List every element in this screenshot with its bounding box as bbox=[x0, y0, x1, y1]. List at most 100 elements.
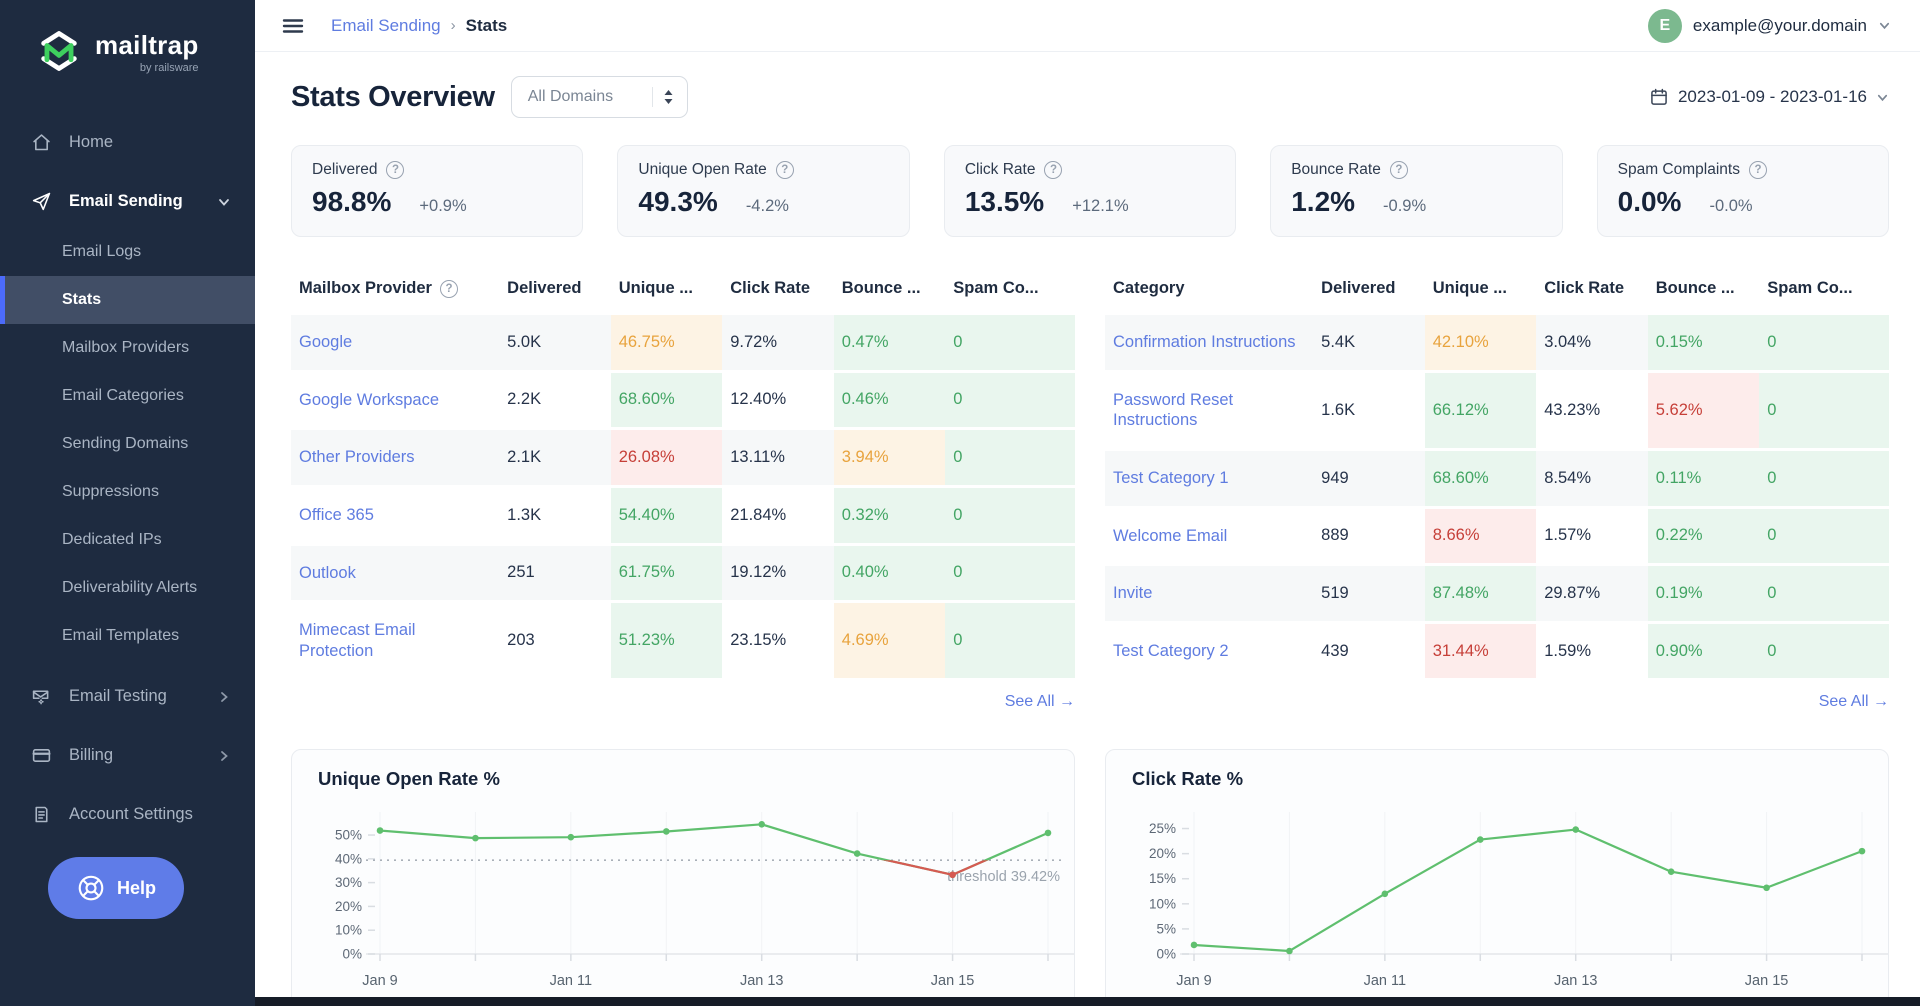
svg-text:threshold 39.42%: threshold 39.42% bbox=[947, 870, 1060, 886]
help-tooltip-icon[interactable]: ? bbox=[439, 279, 458, 298]
help-tooltip-icon[interactable]: ? bbox=[1389, 161, 1408, 179]
table-row: Test Category 1 949 68.60% 8.54% 0.11% 0 bbox=[1105, 447, 1889, 507]
sidebar-item-email-sending[interactable]: Email Sending bbox=[0, 179, 255, 224]
sidebar-item-sending-domains[interactable]: Sending Domains bbox=[0, 420, 255, 468]
help-button[interactable]: Help bbox=[48, 857, 184, 919]
provider-link[interactable]: Mimecast Email Protection bbox=[299, 620, 491, 661]
domain-filter-value: All Domains bbox=[527, 88, 614, 105]
category-link[interactable]: Invite bbox=[1113, 583, 1152, 604]
mailtrap-logo-icon bbox=[41, 31, 77, 71]
sidebar-item-email-logs[interactable]: Email Logs bbox=[0, 228, 255, 276]
cell-bounce: 5.62% bbox=[1647, 369, 1760, 450]
stat-card-click-rate: Click Rate? 13.5% +12.1% bbox=[943, 145, 1237, 237]
breadcrumb-email-sending[interactable]: Email Sending bbox=[331, 16, 441, 36]
provider-link[interactable]: Outlook bbox=[299, 563, 356, 584]
page-title: Stats Overview bbox=[291, 80, 495, 113]
date-range-picker[interactable]: 2023-01-09 - 2023-01-16 bbox=[1649, 87, 1889, 107]
cell-click-rate: 21.84% bbox=[722, 484, 834, 544]
sidebar-item-email-categories[interactable]: Email Categories bbox=[0, 372, 255, 420]
sidebar-item-email-testing[interactable]: Email Testing bbox=[0, 674, 255, 719]
category-link[interactable]: Test Category 1 bbox=[1113, 468, 1229, 489]
stat-value: 1.2% bbox=[1291, 186, 1356, 217]
envelope-sparkle-icon bbox=[32, 690, 49, 705]
sidebar-item-stats[interactable]: Stats bbox=[0, 276, 255, 324]
sidebar-item-billing[interactable]: Billing bbox=[0, 733, 255, 778]
sidebar-item-label: Sending Domains bbox=[62, 435, 189, 452]
sidebar-item-mailbox-providers[interactable]: Mailbox Providers bbox=[0, 324, 255, 372]
stat-label: Click Rate bbox=[964, 161, 1036, 178]
sidebar-nav: Home Email Sending Email Logs Stats Mail… bbox=[0, 120, 255, 837]
tables-row: Mailbox Provider? Delivered Unique ... C… bbox=[291, 271, 1889, 711]
hamburger-menu-icon[interactable] bbox=[281, 14, 305, 38]
sidebar-item-dedicated-ips[interactable]: Dedicated IPs bbox=[0, 516, 255, 564]
cell-bounce: 0.90% bbox=[1647, 620, 1760, 679]
cell-delivered: 203 bbox=[499, 600, 611, 679]
cell-bounce: 0.15% bbox=[1647, 312, 1760, 372]
sidebar-item-email-templates[interactable]: Email Templates bbox=[0, 612, 255, 660]
category-link[interactable]: Confirmation Instructions bbox=[1113, 332, 1296, 353]
cell-bounce: 3.94% bbox=[833, 427, 946, 487]
svg-text:15%: 15% bbox=[1149, 872, 1176, 887]
chevron-down-icon bbox=[1877, 94, 1888, 101]
breadcrumb-stats: Stats bbox=[465, 15, 508, 35]
cell-unique-open: 54.40% bbox=[610, 484, 723, 544]
svg-text:10%: 10% bbox=[1149, 897, 1176, 912]
domain-filter-select[interactable]: All Domains bbox=[510, 76, 688, 118]
provider-link[interactable]: Google bbox=[299, 332, 352, 353]
cell-click-rate: 29.87% bbox=[1536, 563, 1648, 623]
cell-spam: 0 bbox=[1759, 505, 1889, 565]
cell-unique-open: 66.12% bbox=[1424, 369, 1537, 450]
svg-text:Jan 9: Jan 9 bbox=[1176, 973, 1211, 989]
table-row: Google Workspace 2.2K 68.60% 12.40% 0.46… bbox=[291, 369, 1075, 429]
brand-name: mailtrap bbox=[95, 30, 199, 60]
click-rate-chart: 0% 5% 10% 15% 20% 25% Jan 9 Jan 11 Jan 13 Jan 15 bbox=[1149, 812, 1888, 989]
sidebar-item-deliverability-alerts[interactable]: Deliverability Alerts bbox=[0, 564, 255, 612]
help-tooltip-icon[interactable]: ? bbox=[1748, 161, 1767, 179]
chart-title: Unique Open Rate % bbox=[318, 768, 500, 790]
category-link[interactable]: Password Reset Instructions bbox=[1113, 390, 1305, 431]
cell-click-rate: 12.40% bbox=[722, 369, 834, 429]
provider-link[interactable]: Other Providers bbox=[299, 447, 415, 468]
sidebar-item-suppressions[interactable]: Suppressions bbox=[0, 468, 255, 516]
table-row: Confirmation Instructions 5.4K 42.10% 3.… bbox=[1105, 312, 1889, 372]
help-tooltip-icon[interactable]: ? bbox=[1044, 161, 1063, 179]
cell-unique-open: 68.60% bbox=[610, 369, 723, 429]
paper-plane-icon bbox=[32, 192, 51, 211]
category-link[interactable]: Welcome Email bbox=[1113, 526, 1227, 547]
help-tooltip-icon[interactable]: ? bbox=[386, 161, 405, 179]
chart-title: Click Rate % bbox=[1132, 768, 1244, 790]
cell-unique-open: 31.44% bbox=[1424, 620, 1537, 679]
cell-click-rate: 23.15% bbox=[722, 600, 834, 679]
page-head: Stats Overview All Domains 2023-01-09 - … bbox=[291, 76, 1889, 118]
svg-text:50%: 50% bbox=[335, 828, 362, 843]
calendar-icon bbox=[1651, 88, 1667, 105]
unique-open-rate-chart-card: Unique Open Rate % 0% 10% 20% 30% 40% 50% Jan … bbox=[291, 749, 1075, 1006]
sidebar-item-label: Email Logs bbox=[62, 243, 142, 260]
cell-delivered: 1.3K bbox=[499, 484, 611, 544]
provider-link[interactable]: Office 365 bbox=[299, 505, 374, 526]
column-header: Spam Co... bbox=[953, 279, 1039, 297]
stat-card-spam-complaints: Spam Complaints? 0.0% -0.0% bbox=[1596, 145, 1890, 237]
cell-delivered: 2.2K bbox=[499, 369, 611, 429]
sidebar-item-account-settings[interactable]: Account Settings bbox=[0, 792, 255, 837]
table-row: Office 365 1.3K 54.40% 21.84% 0.32% 0 bbox=[291, 484, 1075, 544]
stat-label: Unique Open Rate bbox=[638, 161, 767, 178]
main-area: Email Sending › Stats E example@your.dom… bbox=[255, 0, 1920, 1006]
category-link[interactable]: Test Category 2 bbox=[1113, 641, 1229, 662]
topbar: Email Sending › Stats E example@your.dom… bbox=[255, 0, 1920, 52]
mailtrap-logo[interactable]: mailtrap by railsware bbox=[36, 28, 255, 74]
account-menu[interactable]: E example@your.domain bbox=[1647, 8, 1891, 43]
help-tooltip-icon[interactable]: ? bbox=[775, 161, 794, 179]
table-row: Invite 519 87.48% 29.87% 0.19% 0 bbox=[1105, 563, 1889, 623]
see-all-link[interactable]: See All → bbox=[291, 693, 1075, 711]
see-all-link[interactable]: See All → bbox=[1105, 693, 1889, 711]
sidebar-item-label: Deliverability Alerts bbox=[62, 579, 198, 596]
sidebar-item-home[interactable]: Home bbox=[0, 120, 255, 165]
cell-spam: 0 bbox=[945, 542, 1075, 602]
sidebar-item-label: Suppressions bbox=[62, 483, 159, 500]
breadcrumb: Email Sending › Stats bbox=[331, 16, 507, 36]
cell-delivered: 251 bbox=[499, 542, 611, 602]
charts-row: Unique Open Rate % 0% 10% 20% 30% 40% 50% Jan … bbox=[291, 749, 1889, 1006]
provider-link[interactable]: Google Workspace bbox=[299, 390, 439, 411]
unique-open-rate-chart: 0% 10% 20% 30% 40% 50% Jan 9 Jan 11 Jan 13 Jan 15… bbox=[335, 812, 1074, 989]
